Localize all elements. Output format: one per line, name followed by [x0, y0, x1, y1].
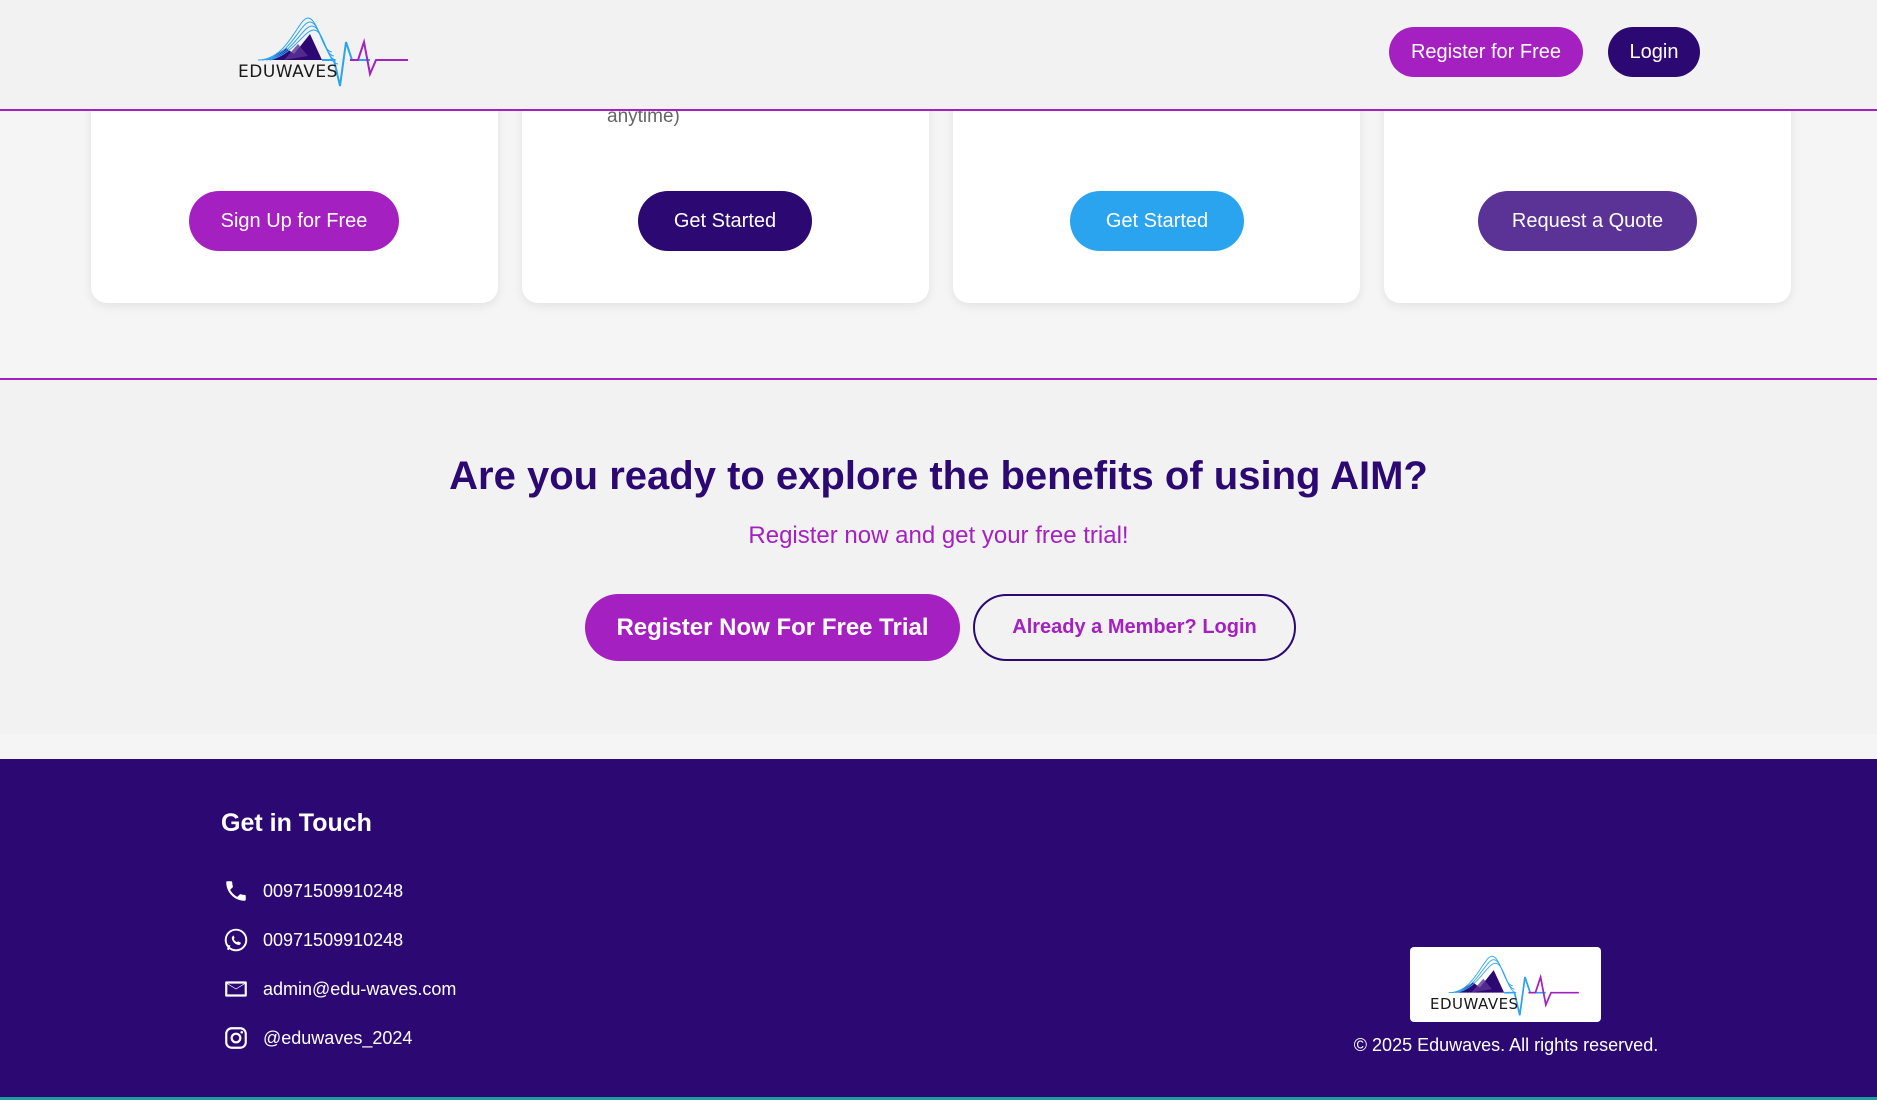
site-header: EDUWAVES Register for Free Login: [0, 0, 1877, 111]
instagram-handle: @eduwaves_2024: [263, 1027, 413, 1048]
email-icon: [221, 974, 251, 1004]
instagram-icon: [221, 1023, 251, 1053]
get-started-button[interactable]: Get Started: [638, 191, 812, 251]
contact-phone[interactable]: 00971509910248: [221, 876, 403, 906]
cta-section: Are you ready to explore the benefits of…: [0, 378, 1877, 734]
whatsapp-icon: [221, 925, 251, 955]
request-quote-button[interactable]: Request a Quote: [1478, 191, 1697, 251]
get-started-button-2[interactable]: Get Started: [1070, 191, 1244, 251]
phone-number: 00971509910248: [263, 880, 404, 901]
register-free-button[interactable]: Register for Free: [1389, 27, 1583, 77]
logo-wordmark: EDUWAVES: [1430, 995, 1519, 1013]
eduwaves-logo[interactable]: EDUWAVES: [238, 12, 408, 88]
footer-heading: Get in Touch: [221, 809, 372, 837]
email-address: admin@edu-waves.com: [263, 978, 457, 999]
register-trial-button[interactable]: Register Now For Free Trial: [585, 594, 960, 661]
cta-title: Are you ready to explore the benefits of…: [449, 454, 1428, 498]
contact-instagram[interactable]: @eduwaves_2024: [221, 1023, 412, 1053]
login-button[interactable]: Login: [1608, 27, 1700, 77]
cta-subtitle: Register now and get your free trial!: [748, 522, 1129, 549]
logo-wordmark: EDUWAVES: [238, 62, 338, 82]
footer-logo-box: EDUWAVES: [1410, 947, 1601, 1022]
phone-icon: [221, 876, 251, 906]
sign-up-free-button[interactable]: Sign Up for Free: [189, 191, 399, 251]
whatsapp-number: 00971509910248: [263, 929, 404, 950]
contact-whatsapp[interactable]: 00971509910248: [221, 925, 403, 955]
member-login-button[interactable]: Already a Member? Login: [973, 594, 1296, 661]
contact-email[interactable]: admin@edu-waves.com: [221, 974, 456, 1004]
site-footer: Get in Touch 00971509910248 009715099102…: [0, 759, 1877, 1100]
copyright-text: © 2025 Eduwaves. All rights reserved.: [1353, 1035, 1659, 1055]
eduwaves-logo-footer[interactable]: EDUWAVES: [1430, 951, 1580, 1017]
